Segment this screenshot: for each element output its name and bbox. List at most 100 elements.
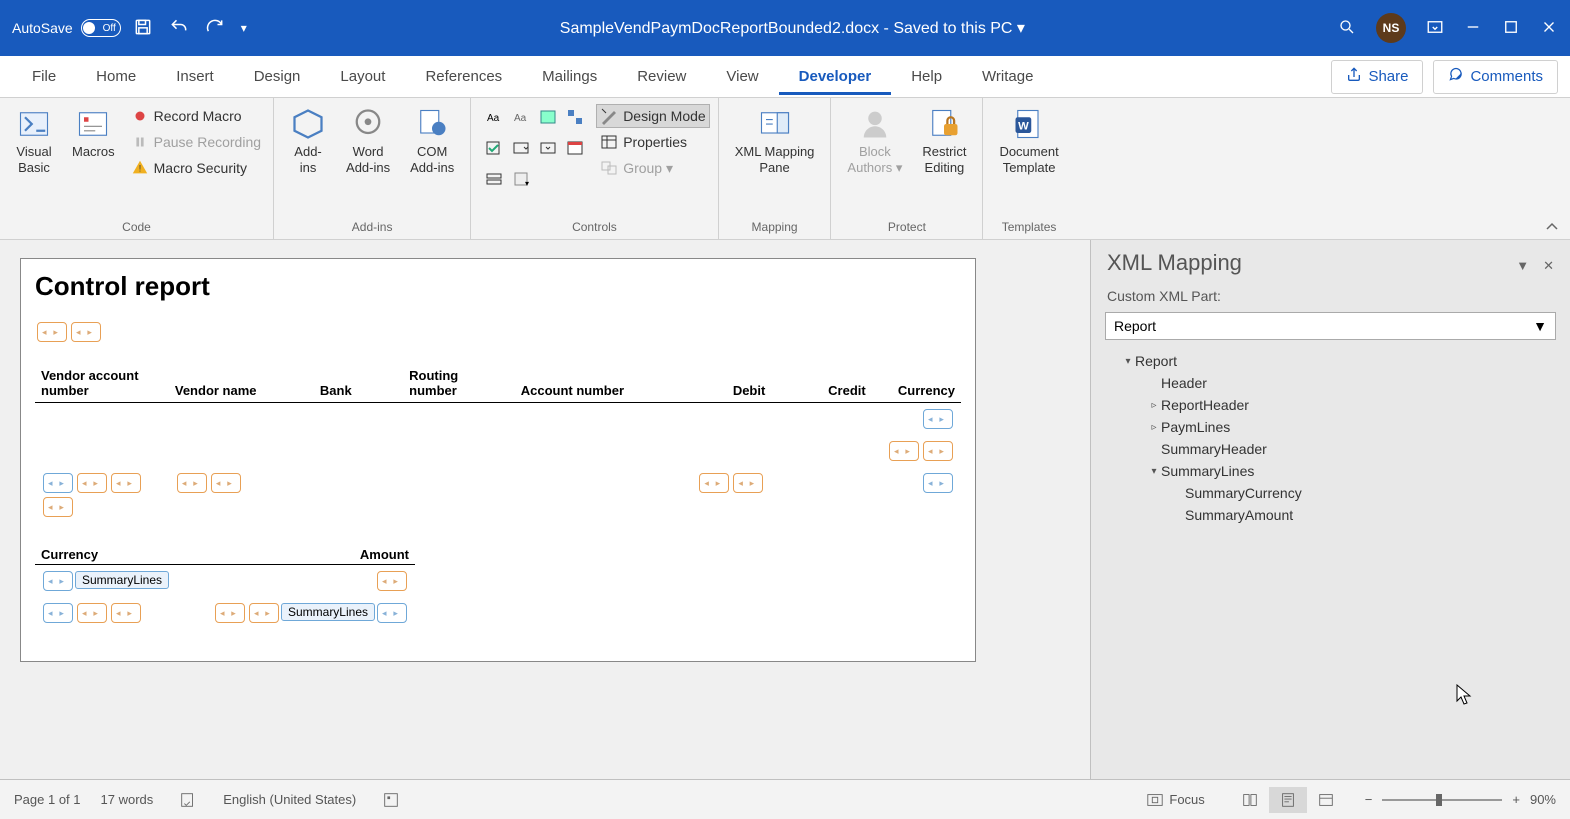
macros-status-icon[interactable] [376, 787, 406, 813]
combobox-control-icon[interactable] [510, 137, 532, 159]
record-macro-button[interactable]: Record Macro [127, 104, 265, 128]
content-control-tag[interactable] [43, 497, 73, 517]
web-layout-icon[interactable] [1307, 787, 1345, 813]
tab-layout[interactable]: Layout [320, 58, 405, 95]
comments-button[interactable]: Comments [1433, 60, 1558, 94]
tree-node-summaryamount[interactable]: SummaryAmount [1101, 504, 1560, 526]
tree-node-paymlines[interactable]: ▹PaymLines [1101, 416, 1560, 438]
content-control-tag[interactable] [923, 473, 953, 493]
undo-icon[interactable] [169, 17, 189, 40]
content-control-tag[interactable] [77, 473, 107, 493]
content-control-tag[interactable] [215, 603, 245, 623]
zoom-out-icon[interactable]: − [1365, 792, 1373, 807]
content-control-tag[interactable] [177, 473, 207, 493]
macro-security-button[interactable]: ! Macro Security [127, 156, 265, 180]
content-control-tag[interactable] [111, 603, 141, 623]
tab-home[interactable]: Home [76, 58, 156, 95]
content-control-tag[interactable] [377, 603, 407, 623]
pane-options-icon[interactable]: ▼ [1516, 258, 1529, 274]
date-control-icon[interactable] [564, 137, 586, 159]
tab-references[interactable]: References [405, 58, 522, 95]
content-control-tag[interactable] [377, 571, 407, 591]
autosave-control[interactable]: AutoSave Off [12, 19, 121, 37]
visual-basic-button[interactable]: Visual Basic [8, 102, 60, 179]
tab-mailings[interactable]: Mailings [522, 58, 617, 95]
document-template-button[interactable]: WDocument Template [991, 102, 1066, 179]
picture-control-icon[interactable] [537, 106, 559, 128]
tree-node-report[interactable]: ▾Report [1101, 350, 1560, 372]
zoom-level[interactable]: 90% [1530, 792, 1556, 807]
content-control-tag[interactable] [77, 603, 107, 623]
tree-node-summarylines[interactable]: ▾SummaryLines [1101, 460, 1560, 482]
tree-node-summaryheader[interactable]: SummaryHeader [1101, 438, 1560, 460]
zoom-slider[interactable] [1382, 799, 1502, 801]
content-control-tag[interactable] [71, 322, 101, 342]
tab-writage[interactable]: Writage [962, 58, 1053, 95]
richtext-control-icon[interactable]: Aa [483, 106, 505, 128]
properties-button[interactable]: Properties [596, 130, 710, 154]
macros-button[interactable]: Macros [64, 102, 123, 164]
tree-node-header[interactable]: Header [1101, 372, 1560, 394]
content-control-tag[interactable] [733, 473, 763, 493]
tab-developer[interactable]: Developer [779, 58, 892, 95]
block-authors-button[interactable]: Block Authors ▾ [839, 102, 910, 179]
minimize-icon[interactable] [1464, 18, 1482, 39]
col-vendor-account: Vendor account number [35, 364, 169, 403]
print-layout-icon[interactable] [1269, 787, 1307, 813]
tree-node-summarycurrency[interactable]: SummaryCurrency [1101, 482, 1560, 504]
page-indicator[interactable]: Page 1 of 1 [14, 792, 81, 807]
addins-button[interactable]: Add- ins [282, 102, 334, 179]
pane-close-icon[interactable]: ✕ [1543, 258, 1554, 274]
maximize-icon[interactable] [1502, 18, 1520, 39]
document-title[interactable]: SampleVendPaymDocReportBounded2.docx - S… [247, 18, 1338, 38]
dropdown-control-icon[interactable] [537, 137, 559, 159]
legacy-tools-icon[interactable]: ▾ [510, 168, 532, 190]
autosave-toggle[interactable]: Off [81, 19, 121, 37]
save-icon[interactable] [133, 17, 153, 40]
redo-icon[interactable] [205, 17, 225, 40]
tab-design[interactable]: Design [234, 58, 321, 95]
tree-node-reportheader[interactable]: ▹ReportHeader [1101, 394, 1560, 416]
tab-file[interactable]: File [12, 58, 76, 95]
com-addins-button[interactable]: COM Add-ins [402, 102, 462, 179]
content-control-tag[interactable] [699, 473, 729, 493]
restrict-editing-button[interactable]: Restrict Editing [914, 102, 974, 179]
close-icon[interactable] [1540, 18, 1558, 39]
checkbox-control-icon[interactable] [483, 137, 505, 159]
content-control-tag[interactable] [43, 571, 73, 591]
custom-xml-part-select[interactable]: Report ▼ [1105, 312, 1556, 340]
ribbon-display-icon[interactable] [1426, 18, 1444, 39]
content-control-tag[interactable] [37, 322, 67, 342]
tab-view[interactable]: View [706, 58, 778, 95]
content-control-tag[interactable] [249, 603, 279, 623]
content-control-tag[interactable] [43, 603, 73, 623]
content-control-tag[interactable] [211, 473, 241, 493]
tab-review[interactable]: Review [617, 58, 706, 95]
user-avatar[interactable]: NS [1376, 13, 1406, 43]
content-control-tag[interactable] [111, 473, 141, 493]
content-control-tag[interactable] [923, 409, 953, 429]
buildingblock-control-icon[interactable] [564, 106, 586, 128]
content-control-tag[interactable] [889, 441, 919, 461]
repeating-control-icon[interactable] [483, 168, 505, 190]
tab-insert[interactable]: Insert [156, 58, 234, 95]
content-control-tag[interactable] [43, 473, 73, 493]
content-control-tag[interactable] [923, 441, 953, 461]
tab-help[interactable]: Help [891, 58, 962, 95]
spellcheck-icon[interactable] [173, 787, 203, 813]
focus-button[interactable]: Focus [1140, 787, 1210, 813]
collapse-ribbon-icon[interactable] [1534, 98, 1570, 239]
language-indicator[interactable]: English (United States) [223, 792, 356, 807]
read-mode-icon[interactable] [1231, 787, 1269, 813]
share-button[interactable]: Share [1331, 60, 1423, 94]
word-addins-button[interactable]: Word Add-ins [338, 102, 398, 179]
summarylines-control[interactable]: SummaryLines [75, 571, 169, 589]
document-area[interactable]: Control report Vendor account number Ven… [0, 240, 1090, 779]
plaintext-control-icon[interactable]: Aa [510, 106, 532, 128]
word-count[interactable]: 17 words [101, 792, 154, 807]
xml-mapping-pane-button[interactable]: XML Mapping Pane [727, 102, 823, 179]
zoom-in-icon[interactable]: + [1512, 792, 1520, 807]
summarylines-control[interactable]: SummaryLines [281, 603, 375, 621]
design-mode-button[interactable]: Design Mode [596, 104, 710, 128]
search-icon[interactable] [1338, 18, 1356, 39]
